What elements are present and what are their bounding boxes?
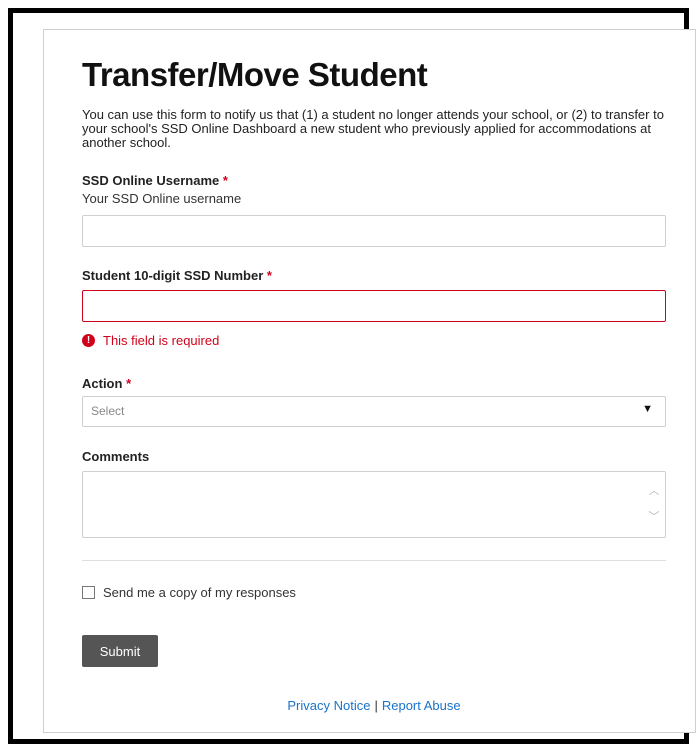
copy-checkbox-label[interactable]: Send me a copy of my responses (103, 585, 296, 600)
comments-label: Comments (82, 449, 150, 464)
required-asterisk: * (222, 173, 228, 188)
caret-down-icon: ▼ (642, 403, 653, 415)
action-select[interactable]: Select ▼ (82, 396, 666, 427)
ssd-number-label-text: Student 10-digit SSD Number (82, 268, 264, 283)
ssd-number-input[interactable] (82, 290, 666, 322)
username-label-text: SSD Online Username (82, 173, 220, 188)
report-abuse-link[interactable]: Report Abuse (382, 698, 461, 713)
username-input[interactable] (82, 215, 666, 247)
username-label: SSD Online Username * (82, 173, 228, 188)
ssd-number-label: Student 10-digit SSD Number * (82, 268, 272, 283)
privacy-notice-link[interactable]: Privacy Notice (287, 698, 370, 713)
comments-textarea[interactable]: ︿ ﹀ (82, 471, 666, 538)
scroll-down-icon[interactable]: ﹀ (647, 510, 661, 524)
alert-icon: ! (82, 334, 95, 347)
footer-separator: | (374, 698, 378, 713)
screenshot-frame: Transfer/Move Student You can use this f… (8, 8, 696, 744)
action-label-text: Action (82, 376, 123, 391)
action-select-value: Select (91, 404, 125, 418)
form-card: Transfer/Move Student You can use this f… (43, 29, 696, 733)
page-title: Transfer/Move Student (82, 56, 428, 93)
required-asterisk: * (126, 376, 132, 391)
submit-button[interactable]: Submit (82, 635, 158, 667)
required-asterisk: * (266, 268, 272, 283)
ssd-number-error-text: This field is required (103, 333, 220, 348)
copy-checkbox[interactable] (82, 586, 95, 599)
action-label: Action * (82, 376, 131, 391)
scroll-up-icon[interactable]: ︿ (647, 484, 661, 498)
form-intro: You can use this form to notify us that … (82, 107, 664, 150)
form-divider (82, 560, 666, 561)
copy-checkbox-row[interactable]: Send me a copy of my responses (82, 585, 296, 600)
ssd-number-error: ! This field is required (82, 333, 219, 348)
username-help: Your SSD Online username (82, 191, 242, 206)
footer-links: Privacy Notice | Report Abuse (82, 698, 666, 713)
